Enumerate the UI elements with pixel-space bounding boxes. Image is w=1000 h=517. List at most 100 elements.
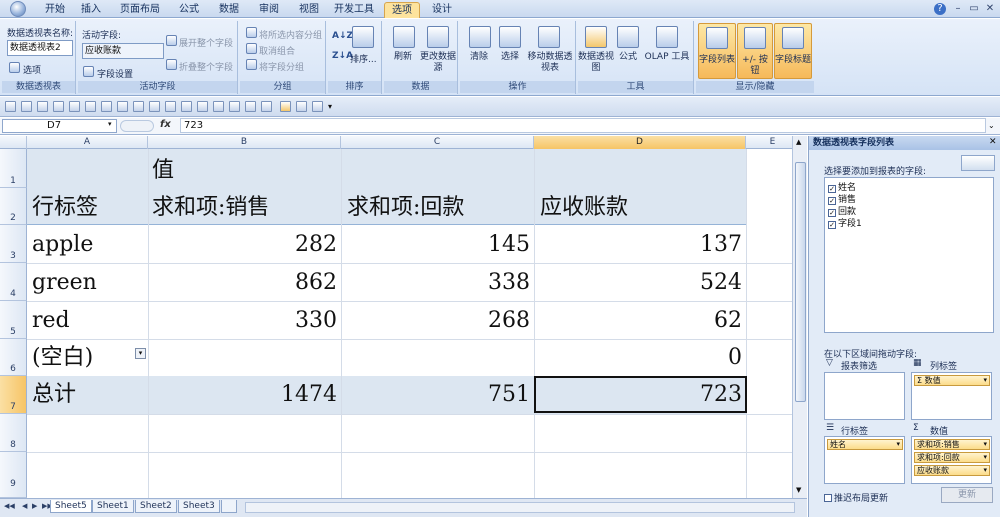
pivot-chart-button[interactable]: 数据透视图: [578, 52, 614, 74]
redo-icon[interactable]: [53, 101, 64, 112]
pivot-name-input[interactable]: 数据透视表2: [7, 40, 73, 56]
chart-icon[interactable]: [229, 101, 240, 112]
column-zone[interactable]: Σ 数值 ▾: [911, 372, 992, 420]
vertical-scrollbar[interactable]: ▲ ▼: [792, 136, 807, 498]
options-button[interactable]: 选项: [23, 63, 41, 76]
camera-icon[interactable]: [280, 101, 291, 112]
zoom-icon[interactable]: [312, 101, 323, 112]
print-icon[interactable]: [101, 101, 112, 112]
tab-view[interactable]: 视图: [292, 2, 326, 18]
field-list-button[interactable]: 字段列表: [698, 23, 736, 79]
tab-formulas[interactable]: 公式: [172, 2, 206, 18]
formula-button[interactable]: 公式: [612, 52, 644, 63]
row-header-3[interactable]: 3: [0, 225, 27, 263]
tab-design[interactable]: 设计: [426, 2, 458, 18]
olap-tools-button[interactable]: OLAP 工具: [642, 52, 692, 63]
sort-asc-icon[interactable]: [197, 101, 208, 112]
pane-close-icon[interactable]: ✕: [989, 137, 997, 147]
scroll-up-icon[interactable]: ▲: [796, 138, 801, 146]
row-header-2[interactable]: 2: [0, 188, 27, 225]
sort-button[interactable]: 排序...: [350, 52, 377, 65]
group-field-button[interactable]: 将字段分组: [259, 60, 304, 73]
select-all-corner[interactable]: [0, 136, 27, 149]
next-sheet-icon[interactable]: ▶: [32, 502, 37, 510]
zone-item-sum-sales[interactable]: 求和项:销售 ▾: [914, 439, 990, 450]
column-header-a[interactable]: A: [27, 136, 148, 149]
active-cell-d7[interactable]: [534, 376, 747, 413]
select-button[interactable]: 选择: [494, 52, 526, 63]
defer-update-checkbox[interactable]: 推迟布局更新: [824, 491, 888, 504]
spell-icon[interactable]: [133, 101, 144, 112]
minimize-icon[interactable]: –: [952, 3, 964, 15]
update-button[interactable]: 更新: [941, 487, 993, 503]
column-header-b[interactable]: B: [148, 136, 341, 149]
row-header-6[interactable]: 6: [0, 339, 27, 376]
freeze-icon[interactable]: [296, 101, 307, 112]
tab-insert[interactable]: 插入: [76, 2, 106, 18]
formula-input[interactable]: 723: [180, 118, 986, 133]
undo-icon[interactable]: [21, 101, 32, 112]
expand-field-button[interactable]: 展开整个字段: [179, 36, 233, 49]
field-settings-button[interactable]: 字段设置: [97, 67, 133, 80]
close-icon[interactable]: ✕: [984, 3, 996, 15]
name-box-dropdown-icon[interactable]: ▾: [108, 120, 112, 128]
zone-item-sum-payment[interactable]: 求和项:回款 ▾: [914, 452, 990, 463]
name-box[interactable]: D7: [2, 119, 117, 133]
collapse-field-button[interactable]: 折叠整个字段: [179, 60, 233, 73]
row-header-1[interactable]: 1: [0, 149, 27, 188]
scroll-thumb[interactable]: [795, 162, 806, 402]
help-icon[interactable]: ?: [934, 3, 946, 15]
tab-review[interactable]: 审阅: [252, 2, 286, 18]
move-pivot-button[interactable]: 移动数据透视表: [526, 52, 574, 74]
zone-item-values[interactable]: Σ 数值 ▾: [914, 375, 990, 386]
checkbox-checked-icon[interactable]: ✓: [828, 221, 836, 229]
sheet-tab-sheet1[interactable]: Sheet1: [92, 500, 134, 513]
copy-icon[interactable]: [149, 101, 160, 112]
change-source-button[interactable]: 更改数据源: [420, 52, 456, 74]
column-header-d[interactable]: D: [534, 136, 746, 149]
formula-cancel-icon[interactable]: [120, 120, 154, 132]
tab-home[interactable]: 开始: [40, 2, 70, 18]
first-sheet-icon[interactable]: ◀◀: [4, 502, 15, 510]
zone-item-name[interactable]: 姓名 ▾: [827, 439, 903, 450]
ungroup-button[interactable]: 取消组合: [259, 44, 295, 57]
sheet-tab-sheet5[interactable]: Sheet5: [50, 500, 92, 513]
open-icon[interactable]: [85, 101, 96, 112]
checkbox-unchecked-icon[interactable]: [824, 494, 832, 502]
group-selection-button[interactable]: 将所选内容分组: [259, 28, 322, 41]
new-icon[interactable]: [69, 101, 80, 112]
row-zone[interactable]: 姓名 ▾: [824, 436, 905, 484]
plus-minus-button[interactable]: +/- 按钮: [737, 23, 773, 79]
undo-dropdown-icon[interactable]: [37, 101, 48, 112]
row-header-5[interactable]: 5: [0, 301, 27, 339]
refresh-button[interactable]: 刷新: [386, 52, 420, 63]
prev-sheet-icon[interactable]: ◀: [22, 502, 27, 510]
filter-zone[interactable]: [824, 372, 905, 420]
preview-icon[interactable]: [117, 101, 128, 112]
tab-page-layout[interactable]: 页面布局: [114, 2, 166, 18]
column-header-c[interactable]: C: [341, 136, 534, 149]
row-header-8[interactable]: 8: [0, 414, 27, 452]
office-button[interactable]: [4, 1, 34, 17]
field-headers-button[interactable]: 字段标题: [774, 23, 812, 79]
scroll-down-icon[interactable]: ▼: [796, 486, 801, 494]
format-painter-icon[interactable]: [181, 101, 192, 112]
paste-icon[interactable]: [165, 101, 176, 112]
border-icon[interactable]: [261, 101, 272, 112]
horizontal-scrollbar[interactable]: [245, 502, 795, 513]
worksheet-grid[interactable]: A B C D E 1 2 3 4 5 6 7 8 9 值 行标签 ▾ 求和项:…: [0, 136, 807, 498]
sort-desc-icon[interactable]: [213, 101, 224, 112]
sheet-tab-sheet2[interactable]: Sheet2: [135, 500, 177, 513]
values-zone[interactable]: 求和项:销售 ▾ 求和项:回款 ▾ 应收账款 ▾: [911, 436, 992, 484]
insert-function-icon[interactable]: fx: [160, 119, 171, 130]
row-header-9[interactable]: 9: [0, 452, 27, 498]
tab-options[interactable]: 选项: [384, 2, 420, 18]
insert-sheet-icon[interactable]: [221, 500, 237, 513]
tab-developer[interactable]: 开发工具: [330, 2, 378, 18]
layout-dropdown-icon[interactable]: [961, 155, 995, 171]
row-labels-filter-dropdown[interactable]: ▾: [135, 348, 146, 359]
row-header-7[interactable]: 7: [0, 376, 27, 414]
zone-item-receivable[interactable]: 应收账款 ▾: [914, 465, 990, 476]
field-item-field1[interactable]: ✓ 字段1: [828, 216, 862, 229]
expand-formula-icon[interactable]: ⌄: [988, 121, 995, 130]
